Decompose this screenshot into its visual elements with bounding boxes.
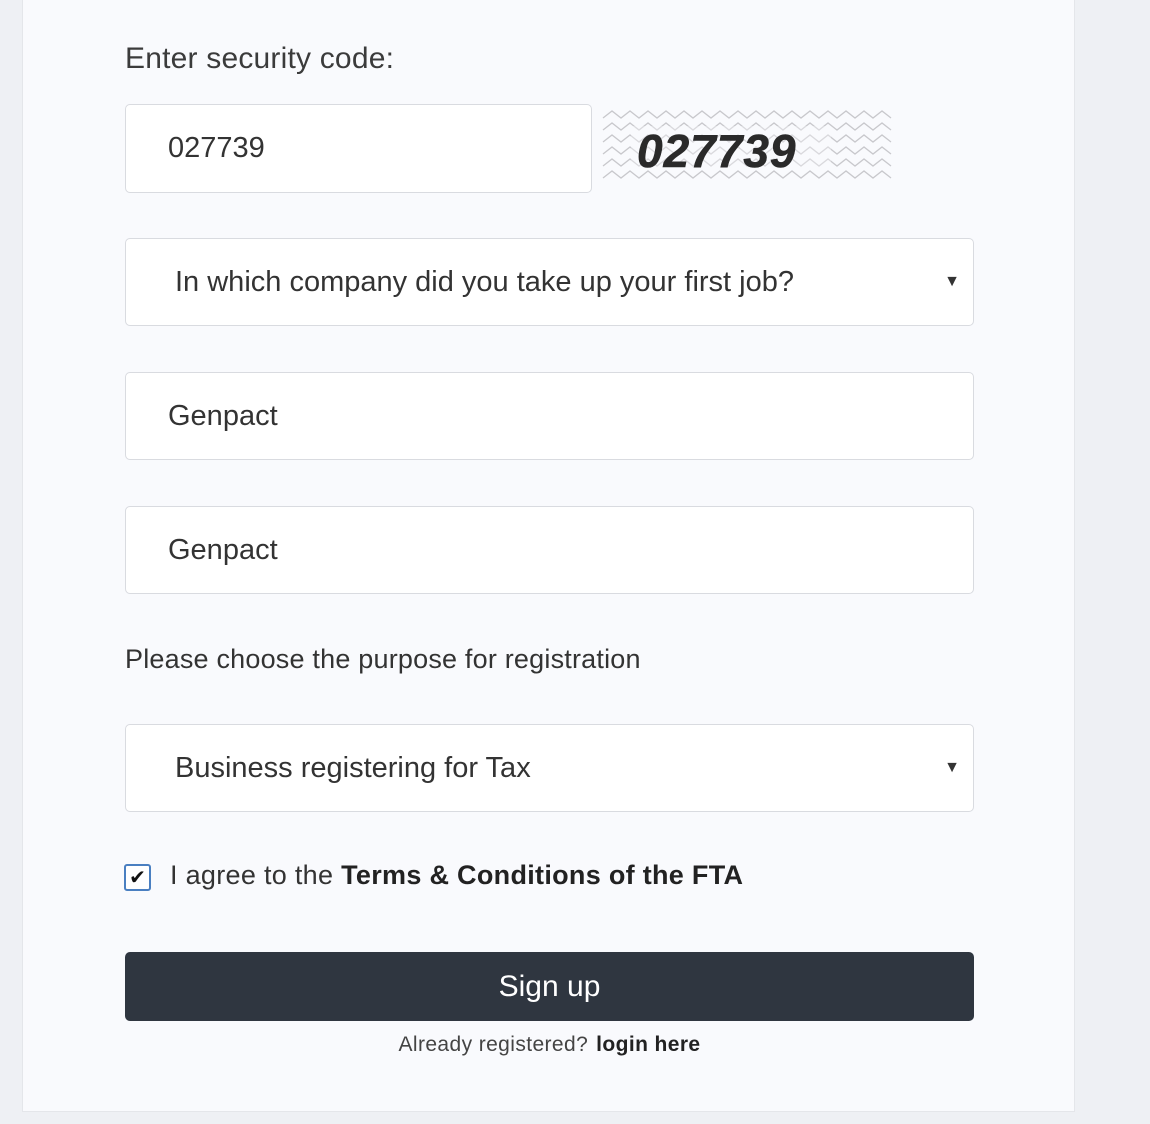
sign-up-button[interactable]: Sign up (125, 952, 974, 1021)
terms-agreement: I agree to the Terms & Conditions of the… (170, 860, 743, 891)
login-prefix: Already registered? (398, 1033, 589, 1056)
security-answer-input[interactable]: Genpact (125, 372, 974, 460)
captcha-image: 027739 (601, 108, 899, 188)
security-question-value: In which company did you take up your fi… (175, 265, 794, 298)
registration-card: Enter security code: 027739 027739 In wh… (22, 0, 1075, 1112)
purpose-value: Business registering for Tax (175, 751, 531, 784)
confirm-answer-input[interactable]: Genpact (125, 506, 974, 594)
login-link[interactable]: login here (596, 1033, 700, 1056)
terms-checkbox[interactable]: ✔ (124, 864, 151, 891)
security-code-label: Enter security code: (125, 42, 395, 75)
terms-prefix: I agree to the (170, 860, 342, 890)
purpose-select[interactable]: Business registering for Tax ▼ (125, 724, 974, 812)
purpose-label: Please choose the purpose for registrati… (125, 644, 641, 674)
caret-down-icon: ▼ (944, 273, 960, 290)
terms-link[interactable]: Terms & Conditions of the FTA (341, 860, 743, 890)
caret-down-icon: ▼ (944, 759, 960, 776)
security-question-select[interactable]: In which company did you take up your fi… (125, 238, 974, 326)
login-prompt: Already registered? login here (23, 1033, 1076, 1057)
security-code-input[interactable]: 027739 (125, 104, 592, 193)
checkmark-icon: ✔ (129, 866, 146, 889)
captcha-text: 027739 (637, 125, 797, 177)
